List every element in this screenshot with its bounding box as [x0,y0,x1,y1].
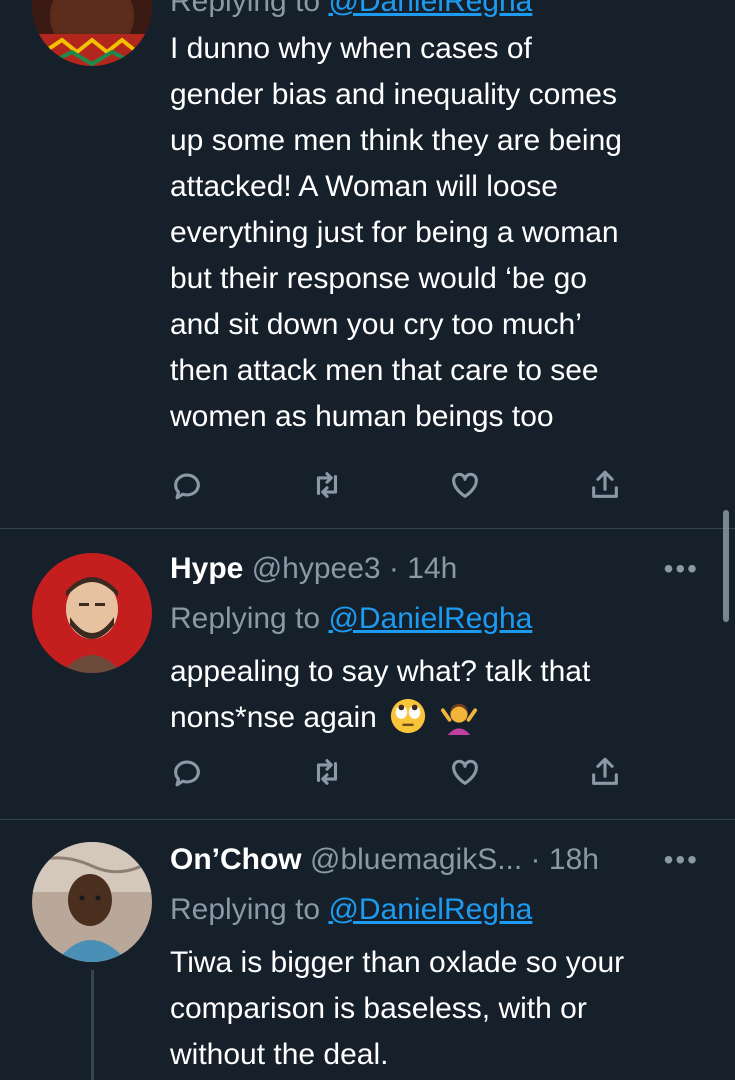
reply-icon [174,760,200,787]
avatar[interactable] [32,0,152,66]
reply-button[interactable] [170,755,210,795]
replying-to-label: Replying to [170,893,329,926]
tweet-header: On’Chow @bluemagikS... · 18h [170,840,705,880]
tweet-text-line: attacked! A Woman will loose [170,170,558,203]
tweet-text-line: up some men think they are being [170,124,622,157]
retweet-icon [316,472,338,498]
retweet-icon [316,759,338,785]
scrollbar[interactable] [723,510,729,622]
like-icon [452,759,478,785]
replying-to-label: Replying to [170,0,329,18]
tweet-text-line: without the deal. [170,1038,389,1071]
tweet-actions [170,755,630,795]
display-name[interactable]: Hype [170,552,243,585]
tweet-text-line: then attack men that care to see [170,354,599,387]
like-icon [452,472,478,498]
tweet-text: appealing to say what? talk that nons*ns… [170,649,705,741]
replying-to-label: Replying to [170,602,329,635]
reply-mention-link[interactable]: @DanielRegha [328,893,532,926]
tweet-text: I dunno why when cases of gender bias an… [170,26,705,440]
tweet-text: Tiwa is bigger than oxlade so your compa… [170,940,705,1078]
tweet-text-line: Tiwa is bigger than oxlade so your [170,946,625,979]
reply-mention-link[interactable]: @DanielRegha [328,0,532,18]
share-icon [592,470,618,498]
thread-line [91,970,94,1080]
retweet-button[interactable] [310,468,350,508]
reply-mention-link[interactable]: @DanielRegha [328,602,532,635]
display-name[interactable]: On’Chow [170,843,302,876]
user-handle[interactable]: @hypee3 [252,552,381,585]
tweet-text-line: I dunno why when cases of [170,32,532,65]
person-shrugging-emoji [440,703,477,735]
tweet-text-line: appealing to say what? talk that [170,655,591,688]
like-button[interactable] [448,755,488,795]
tweet-3[interactable]: ••• On’Chow @bluemagikS... · 18h Replyin… [0,820,735,1080]
user-handle[interactable]: @bluemagikS... [310,843,522,876]
avatar[interactable] [32,553,152,673]
reply-button[interactable] [170,468,210,508]
avatar[interactable] [32,842,152,962]
replying-to: Replying to @DanielRegha [170,0,705,22]
separator-dot: · [380,552,408,585]
share-icon [592,757,618,785]
tweet-actions [170,468,630,508]
timestamp[interactable]: 14h [407,552,457,585]
tweet-text-line: but their response would ‘be go [170,262,587,295]
tweet-text-line: nons*nse again [170,695,705,741]
replying-to: Replying to @DanielRegha [170,890,705,930]
timestamp[interactable]: 18h [549,843,599,876]
tweet-text-line: women as human beings too [170,400,554,433]
separator-dot: · [522,843,549,876]
reply-icon [174,473,200,500]
tweet-2[interactable]: ••• Hype @hypee3 · 14h Replying to @Dani… [0,529,735,819]
replying-to: Replying to @DanielRegha [170,599,705,639]
tweet-1[interactable]: Replying to @DanielRegha I dunno why whe… [0,0,735,528]
face-with-rolling-eyes-emoji [391,698,426,734]
like-button[interactable] [448,468,488,508]
tweet-text-line: comparison is baseless, with or [170,992,587,1025]
tweet-text-line: gender bias and inequality comes [170,78,617,111]
share-button[interactable] [588,468,628,508]
tweet-header: Hype @hypee3 · 14h [170,549,705,589]
retweet-button[interactable] [310,755,350,795]
tweet-text-line: everything just for being a woman [170,216,619,249]
share-button[interactable] [588,755,628,795]
tweet-text-line: and sit down you cry too much’ [170,308,582,341]
tweet-text-fragment: nons*nse again [170,701,377,734]
